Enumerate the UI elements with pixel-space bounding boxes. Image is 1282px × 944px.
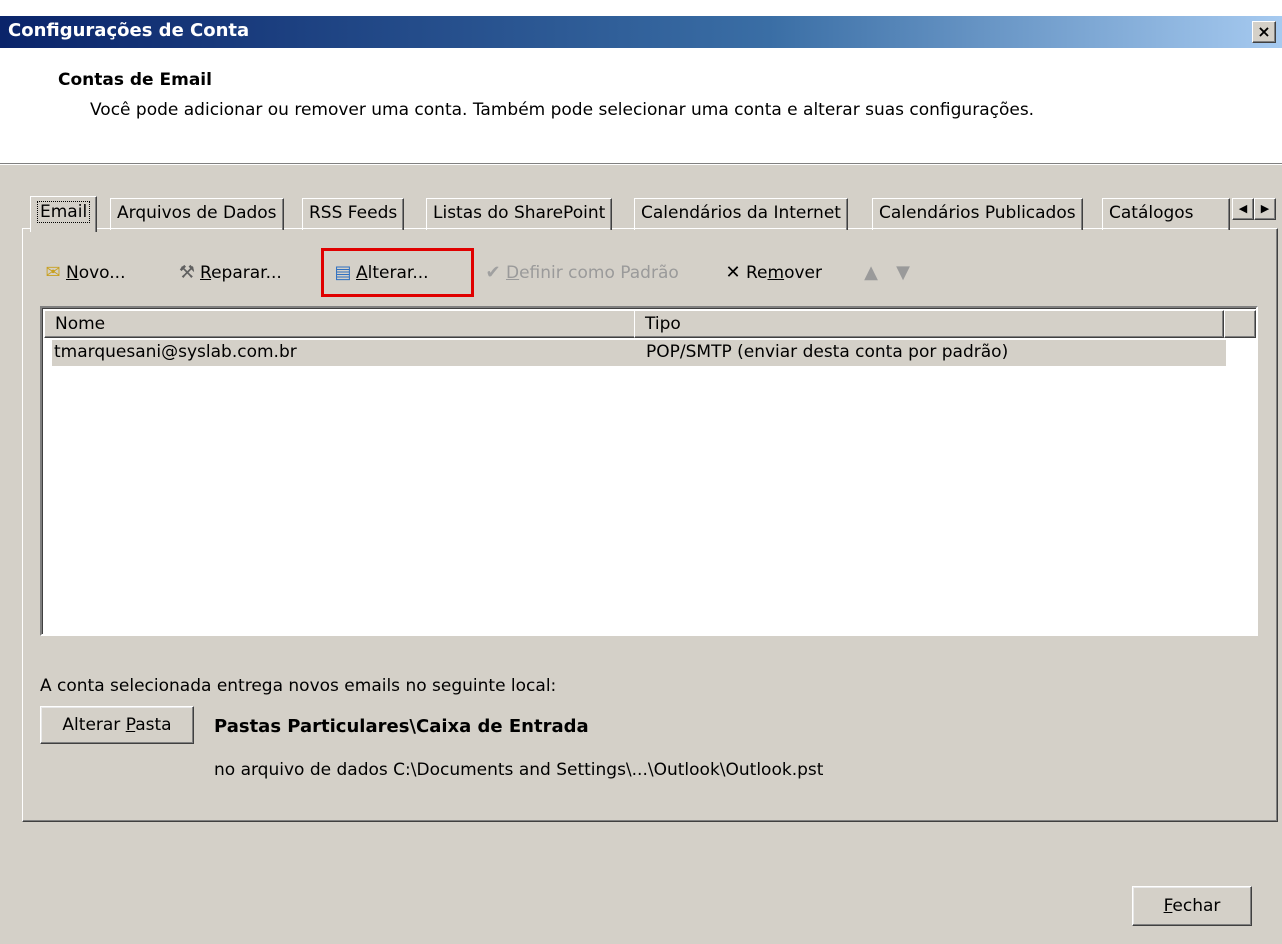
dialog-titlebar: Configurações de Conta ×: [0, 16, 1282, 48]
close-button[interactable]: Fechar: [1132, 886, 1252, 926]
tab-catalogs[interactable]: Catálogos: [1102, 198, 1230, 230]
delivery-folder-name: Pastas Particulares\Caixa de Entrada: [214, 716, 589, 737]
table-row[interactable]: tmarquesani@syslab.com.br POP/SMTP (envi…: [52, 340, 1226, 366]
close-icon[interactable]: ×: [1252, 21, 1276, 43]
remove-account-button[interactable]: ✕ Remover: [720, 258, 822, 288]
column-header-name[interactable]: Nome: [44, 310, 636, 338]
x-icon: ✕: [725, 262, 741, 283]
tab-internet-calendars[interactable]: Calendários da Internet: [634, 198, 848, 230]
check-circle-icon: ✔: [485, 262, 501, 283]
account-name: tmarquesani@syslab.com.br: [54, 342, 297, 362]
move-up-button[interactable]: ▲: [858, 258, 884, 288]
section-heading: Contas de Email: [58, 70, 212, 90]
column-header-type[interactable]: Tipo: [634, 310, 1224, 338]
arrow-up-icon: ▲: [864, 262, 878, 283]
arrow-down-icon: ▼: [896, 262, 910, 283]
tab-rss-feeds[interactable]: RSS Feeds: [302, 198, 405, 230]
tab-email[interactable]: Email: [30, 196, 98, 232]
delivery-folder-path: no arquivo de dados C:\Documents and Set…: [214, 760, 824, 780]
accounts-list[interactable]: Nome Tipo tmarquesani@syslab.com.br POP/…: [40, 306, 1258, 636]
tab-data-files[interactable]: Arquivos de Dados: [110, 198, 284, 230]
dialog-header: Contas de Email Você pode adicionar ou r…: [0, 48, 1282, 164]
repair-account-button[interactable]: ⚒ Reparar...: [174, 258, 282, 288]
highlight-box: [321, 248, 474, 297]
tools-icon: ⚒: [178, 262, 196, 283]
account-type: POP/SMTP (enviar desta conta por padrão): [646, 342, 1009, 362]
delivery-info: A conta selecionada entrega novos emails…: [40, 676, 557, 696]
tab-published-calendars[interactable]: Calendários Publicados: [872, 198, 1083, 230]
tab-sharepoint-lists[interactable]: Listas do SharePoint: [426, 198, 613, 230]
clipped-caption: [0, 0, 1282, 16]
tab-scroll-left-icon[interactable]: ◀: [1232, 198, 1254, 220]
column-header-spacer: [1224, 310, 1256, 338]
set-default-button[interactable]: ✔ Definir como Padrão: [480, 258, 678, 288]
tab-scroll-right-icon[interactable]: ▶: [1254, 198, 1276, 220]
envelope-new-icon: ✉: [45, 262, 61, 283]
dialog-title: Configurações de Conta: [8, 20, 250, 41]
change-folder-button[interactable]: Alterar Pasta: [40, 706, 194, 744]
section-description: Você pode adicionar ou remover uma conta…: [90, 100, 1035, 120]
move-down-button[interactable]: ▼: [890, 258, 916, 288]
new-account-button[interactable]: ✉ Novo...: [40, 258, 125, 288]
